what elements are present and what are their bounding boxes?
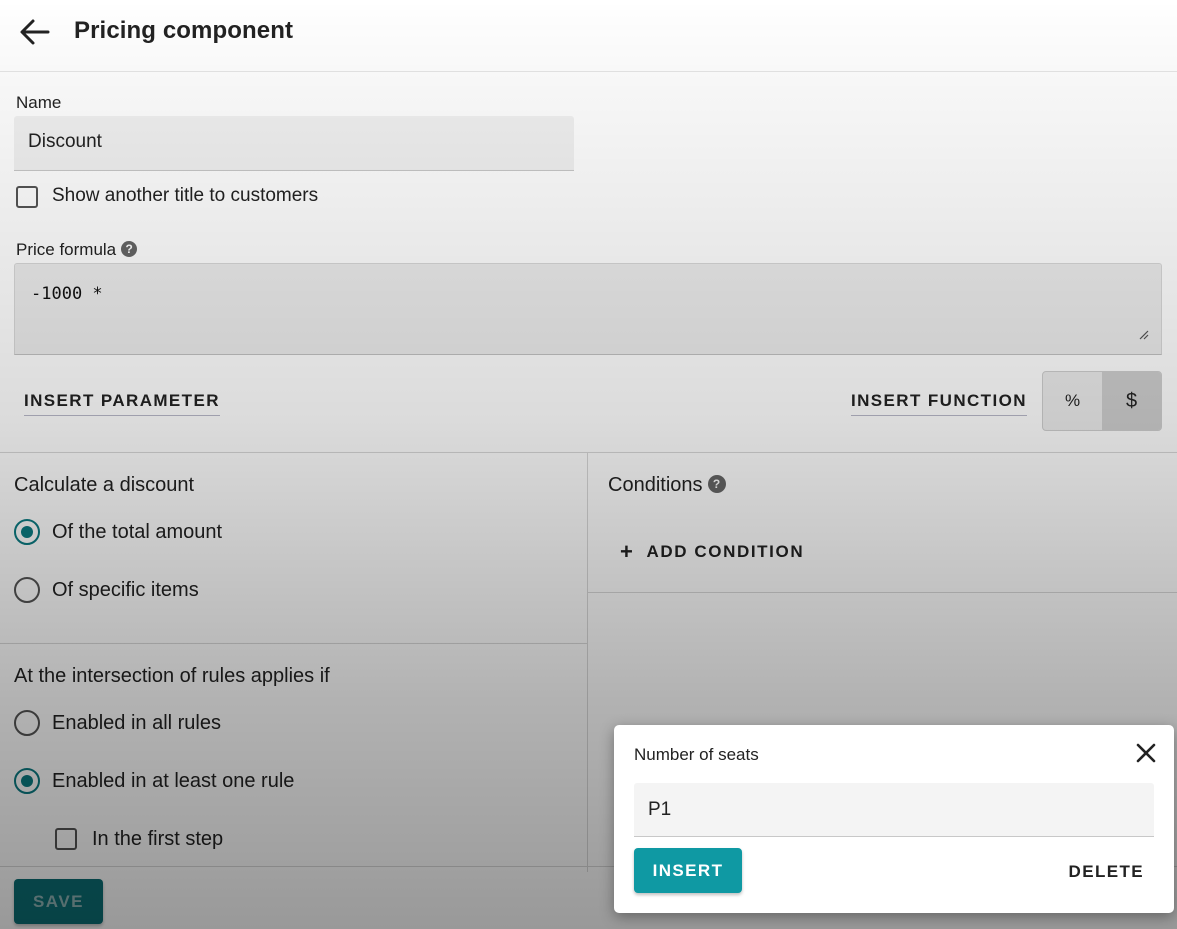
add-condition-button[interactable]: + ADD CONDITION: [620, 539, 804, 565]
divider: [0, 643, 587, 644]
delete-button[interactable]: DELETE: [1069, 862, 1144, 882]
first-step-label: In the first step: [92, 828, 224, 850]
insert-button[interactable]: INSERT: [634, 848, 742, 893]
parameter-popover: Number of seats P1 INSERT DELETE: [614, 725, 1174, 913]
name-label: Name: [16, 93, 62, 112]
price-formula-label-text: Price formula: [16, 240, 117, 259]
divider: [588, 592, 1177, 593]
percent-toggle-button[interactable]: %: [1043, 372, 1102, 430]
formula-text: -1000 *: [31, 284, 103, 304]
parameter-input[interactable]: P1: [634, 783, 1154, 837]
insert-parameter-button[interactable]: INSERT PARAMETER: [24, 391, 220, 416]
page-title: Pricing component: [74, 17, 294, 44]
help-icon[interactable]: ?: [121, 240, 138, 257]
price-formula-textarea[interactable]: -1000 *: [14, 263, 1162, 355]
radio-specific-items-label: Of specific items: [52, 579, 199, 601]
conditions-title: Conditions?: [608, 474, 726, 497]
popover-title: Number of seats: [634, 745, 759, 764]
unit-toggle: % $: [1042, 371, 1162, 431]
name-input[interactable]: Discount: [14, 116, 574, 171]
radio-all-rules[interactable]: [14, 710, 40, 736]
conditions-title-text: Conditions: [608, 474, 703, 496]
show-title-label: Show another title to customers: [52, 185, 319, 206]
first-step-checkbox[interactable]: [55, 828, 77, 850]
dollar-toggle-button[interactable]: $: [1102, 372, 1161, 430]
radio-specific-items[interactable]: [14, 577, 40, 603]
page-header: Pricing component: [0, 0, 1177, 72]
parameter-input-value: P1: [648, 799, 672, 820]
calculate-discount-title: Calculate a discount: [14, 474, 195, 496]
price-formula-label: Price formula?: [16, 240, 138, 260]
save-button[interactable]: SAVE: [14, 879, 103, 924]
radio-total-amount[interactable]: [14, 519, 40, 545]
insert-function-button[interactable]: INSERT FUNCTION: [851, 391, 1027, 416]
column-divider: [587, 452, 588, 872]
show-title-checkbox[interactable]: [16, 186, 38, 208]
intersection-title: At the intersection of rules applies if: [14, 665, 330, 687]
help-icon[interactable]: ?: [707, 474, 726, 493]
close-icon[interactable]: [1134, 741, 1158, 765]
back-button[interactable]: [14, 14, 54, 50]
radio-total-amount-label: Of the total amount: [52, 521, 223, 543]
resize-grip-icon[interactable]: [1137, 328, 1149, 340]
radio-at-least-one-rule[interactable]: [14, 768, 40, 794]
plus-icon: +: [620, 539, 635, 564]
arrow-left-icon: [20, 19, 50, 45]
add-condition-label: ADD CONDITION: [646, 542, 805, 561]
divider: [0, 452, 1177, 453]
radio-all-rules-label: Enabled in all rules: [52, 712, 221, 734]
name-input-value: Discount: [28, 131, 102, 152]
radio-at-least-one-rule-label: Enabled in at least one rule: [52, 770, 295, 792]
